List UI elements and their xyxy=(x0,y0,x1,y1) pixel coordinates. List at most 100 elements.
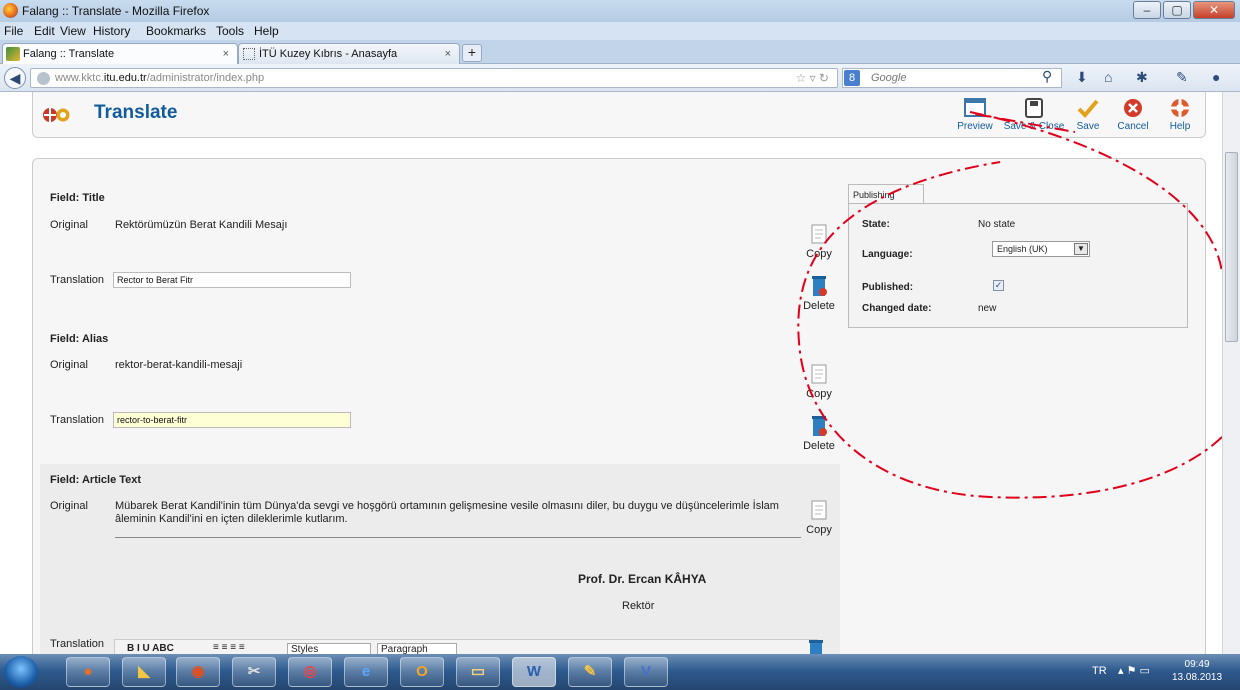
field-alias-heading: Field: Alias xyxy=(50,333,109,345)
tab-falang-translate[interactable]: Falang :: Translate × xyxy=(2,43,238,64)
menu-bookmarks[interactable]: Bookmarks xyxy=(146,24,206,38)
language-value: English (UK) xyxy=(997,244,1048,254)
menu-help[interactable]: Help xyxy=(254,24,279,38)
home-icon[interactable]: ⌂ xyxy=(1104,69,1112,85)
menu-tools[interactable]: Tools xyxy=(216,24,244,38)
editor-toolbar[interactable]: B I U ABC ≡ ≡ ≡ ≡ Styles Paragraph xyxy=(114,639,818,654)
bold-icon[interactable]: B I U ABC xyxy=(127,643,174,654)
original-label: Original xyxy=(50,359,88,371)
published-label: Published: xyxy=(862,282,914,293)
language-select[interactable]: English (UK) ▼ xyxy=(992,241,1090,257)
taskbar: ● ◣ ◉ ✂ ◎ e O ▭ W ✎ V TR ▴ ⚑ ▭ 09:49 13.… xyxy=(0,654,1240,690)
outlook-taskbar-icon[interactable]: O xyxy=(400,657,444,687)
search-magnifier-icon[interactable]: ⚲ xyxy=(1042,68,1052,85)
align-icon[interactable]: ≡ ≡ ≡ ≡ xyxy=(213,642,245,653)
delete-title-button[interactable]: Delete xyxy=(796,274,842,312)
paint-taskbar-icon[interactable]: ✎ xyxy=(568,657,612,687)
falang-logo-icon xyxy=(43,108,70,122)
minimize-button[interactable]: – xyxy=(1133,1,1161,19)
menu-edit[interactable]: Edit xyxy=(34,24,55,38)
folder-taskbar-icon[interactable]: ▭ xyxy=(456,657,500,687)
menu-file[interactable]: File xyxy=(4,24,23,38)
changed-date-label: Changed date: xyxy=(862,303,932,314)
internet-explorer-taskbar-icon[interactable]: e xyxy=(344,657,388,687)
new-tab-button[interactable]: + xyxy=(462,44,482,62)
scrollbar-thumb[interactable] xyxy=(1225,152,1238,342)
copy-alias-button[interactable]: Copy xyxy=(796,362,842,400)
translation-label: Translation xyxy=(50,638,105,650)
state-label: State: xyxy=(862,219,890,230)
published-checkbox[interactable]: ✓ xyxy=(993,280,1004,291)
address-bar[interactable]: www.kktc.itu.edu.tr/administrator/index.… xyxy=(30,68,838,88)
snipping-tool-taskbar-icon[interactable]: ✂ xyxy=(232,657,276,687)
search-input[interactable]: Google xyxy=(842,68,1062,88)
trash-icon[interactable] xyxy=(806,640,826,654)
title-translation-input[interactable]: Rector to Berat Fitr xyxy=(113,272,351,288)
original-label: Original xyxy=(50,219,88,231)
preview-icon xyxy=(964,98,986,117)
tab-itu-anasayfa[interactable]: İTÜ Kuzey Kıbrıs - Anasayfa × xyxy=(238,43,460,64)
cancel-icon xyxy=(1124,99,1142,117)
page-scrollbar[interactable] xyxy=(1222,92,1240,654)
delete-label: Delete xyxy=(803,440,835,452)
media-player-taskbar-icon[interactable]: ◉ xyxy=(176,657,220,687)
explorer-taskbar-icon[interactable]: ◣ xyxy=(122,657,166,687)
preview-label: Preview xyxy=(957,121,993,132)
back-icon[interactable]: ◀ xyxy=(4,67,26,89)
copy-icon xyxy=(811,224,827,244)
help-button[interactable]: Help xyxy=(1158,98,1202,132)
tray-icons[interactable]: ▴ ⚑ ▭ xyxy=(1118,664,1150,677)
addon-icon[interactable]: ✱ xyxy=(1136,69,1148,86)
save-close-button[interactable]: Save & Close xyxy=(1003,98,1065,132)
maximize-button[interactable]: ▢ xyxy=(1163,1,1191,19)
url-path: /administrator/index.php xyxy=(146,72,265,84)
publishing-tab[interactable]: Publishing xyxy=(848,184,924,204)
field-article-heading: Field: Article Text xyxy=(50,474,142,486)
paragraph-select[interactable]: Paragraph xyxy=(377,643,457,654)
article-original-text: Mübarek Berat Kandil'inin tüm Dünya'da s… xyxy=(115,500,779,525)
tools-icon[interactable]: ✎ xyxy=(1176,69,1188,86)
url-prefix: www.kktc. xyxy=(55,72,104,84)
bookmark-star-icon[interactable]: ☆ ▿ ↻ xyxy=(795,71,829,85)
copy-article-button[interactable]: Copy xyxy=(796,498,842,536)
download-icon[interactable]: ⬇ xyxy=(1076,69,1088,86)
shield-icon[interactable]: ● xyxy=(1212,69,1220,85)
clock[interactable]: 09:49 13.08.2013 xyxy=(1172,658,1222,684)
tray-language[interactable]: TR xyxy=(1092,665,1107,677)
chrome-taskbar-icon[interactable]: ◎ xyxy=(288,657,332,687)
falang-favicon-icon xyxy=(6,47,20,61)
firefox-taskbar-icon[interactable]: ● xyxy=(66,657,110,687)
tab-close-icon[interactable]: × xyxy=(223,48,229,60)
page-title: Translate xyxy=(94,102,178,123)
save-label: Save xyxy=(1076,121,1100,132)
alias-translation-input[interactable]: rector-to-berat-fitr xyxy=(113,412,351,428)
start-button[interactable] xyxy=(4,656,38,688)
menu-view[interactable]: View xyxy=(60,24,86,38)
firefox-icon xyxy=(3,3,18,18)
preview-button[interactable]: Preview xyxy=(950,98,1000,132)
globe-icon xyxy=(37,72,50,85)
copy-label: Copy xyxy=(806,388,832,400)
alias-original-text: rektor-berat-kandili-mesaji xyxy=(115,359,243,371)
save-button[interactable]: Save xyxy=(1068,98,1108,132)
close-window-button[interactable]: ✕ xyxy=(1193,1,1235,19)
visio-taskbar-icon[interactable]: V xyxy=(624,657,668,687)
chevron-down-icon: ▼ xyxy=(1074,243,1088,255)
google-icon[interactable]: 8 xyxy=(844,70,860,86)
translation-label: Translation xyxy=(50,274,105,286)
word-taskbar-icon[interactable]: W xyxy=(512,657,556,687)
menu-history[interactable]: History xyxy=(93,24,130,38)
styles-select[interactable]: Styles xyxy=(287,643,371,654)
tab-close-icon[interactable]: × xyxy=(445,48,451,60)
field-title-heading: Field: Title xyxy=(50,192,105,204)
copy-title-button[interactable]: Copy xyxy=(796,222,842,260)
page-viewport: Translate Preview Save & Close Save Canc… xyxy=(0,92,1222,654)
article-text-band xyxy=(40,464,840,654)
clock-date: 13.08.2013 xyxy=(1172,672,1223,683)
tab-label: İTÜ Kuzey Kıbrıs - Anasayfa xyxy=(259,48,398,60)
divider xyxy=(115,537,801,538)
window-title: Falang :: Translate - Mozilla Firefox xyxy=(22,4,210,18)
delete-alias-button[interactable]: Delete xyxy=(796,414,842,452)
save-close-label: Save & Close xyxy=(1003,121,1065,132)
cancel-button[interactable]: Cancel xyxy=(1112,98,1154,132)
